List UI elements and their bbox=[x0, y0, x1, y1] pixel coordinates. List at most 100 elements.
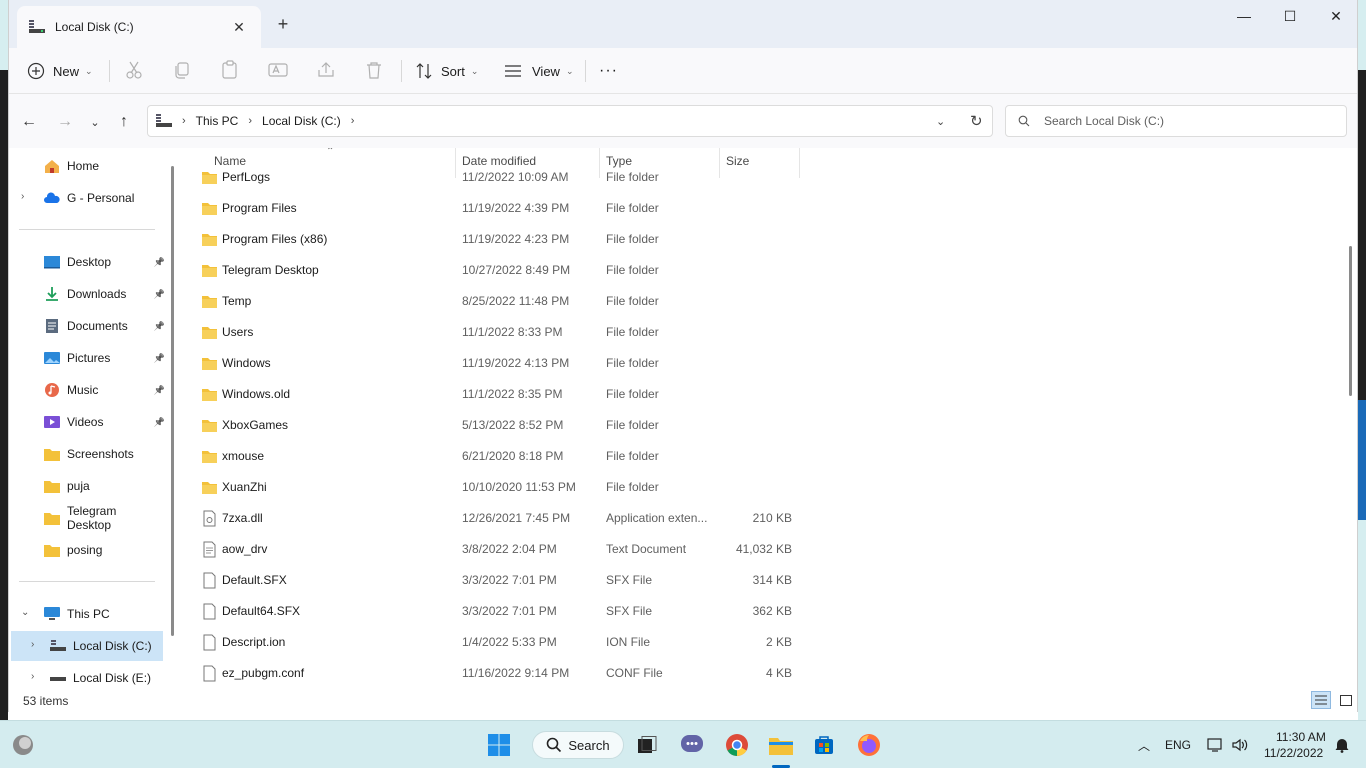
taskbar-search-button[interactable]: Search bbox=[532, 731, 624, 759]
nav-item-puja[interactable]: puja bbox=[11, 471, 163, 501]
file-row[interactable]: Descript.ion 1/4/2022 5:33 PM ION File 2 KB bbox=[201, 628, 801, 658]
chevron-down-icon: ⌄ bbox=[85, 65, 93, 76]
expand-chevron-icon[interactable]: › bbox=[31, 639, 34, 650]
delete-icon[interactable] bbox=[363, 59, 385, 81]
new-button[interactable]: New ⌄ bbox=[27, 56, 93, 86]
back-arrow-icon[interactable]: ← bbox=[19, 112, 39, 132]
nav-label: Home bbox=[67, 159, 100, 173]
file-row[interactable]: XuanZhi 10/10/2020 11:53 PM File folder bbox=[201, 473, 801, 503]
file-row[interactable]: Default.SFX 3/3/2022 7:01 PM SFX File 314 K… bbox=[201, 566, 801, 596]
nav-item-pictures[interactable]: Pictures 📌 bbox=[11, 343, 165, 373]
clock-time[interactable]: 11:30 AM bbox=[1276, 730, 1326, 744]
file-type: File folder bbox=[606, 449, 659, 463]
more-options-button[interactable]: ··· bbox=[599, 56, 618, 86]
file-row[interactable]: xmouse 6/21/2020 8:18 PM File folder bbox=[201, 442, 801, 472]
task-view-icon[interactable] bbox=[634, 731, 660, 759]
pin-icon[interactable]: 📌 bbox=[154, 417, 165, 428]
file-type: SFX File bbox=[606, 573, 653, 587]
file-row[interactable]: Windows.old 11/1/2022 8:35 PM File folder bbox=[201, 380, 801, 410]
nav-item-downloads[interactable]: Downloads 📌 bbox=[11, 279, 165, 309]
nav-label: This PC bbox=[67, 607, 110, 621]
search-icon bbox=[547, 737, 562, 753]
nav-item-local-disk-e[interactable]: › Local Disk (E:) bbox=[11, 663, 163, 688]
desktop-icon bbox=[43, 254, 67, 270]
nav-label: G - Personal bbox=[67, 191, 135, 205]
file-list-scrollbar[interactable] bbox=[1349, 246, 1352, 396]
forward-arrow-icon[interactable]: → bbox=[55, 112, 75, 132]
nav-item-videos[interactable]: Videos 📌 bbox=[11, 407, 165, 437]
share-icon[interactable] bbox=[315, 59, 337, 81]
nav-item-local-disk-c[interactable]: › Local Disk (C:) bbox=[11, 631, 163, 661]
maximize-button[interactable]: ☐ bbox=[1267, 0, 1313, 32]
nav-item-g-personal[interactable]: G - Personal bbox=[11, 183, 163, 213]
file-row[interactable]: Windows 11/19/2022 4:13 PM File folder bbox=[201, 349, 801, 379]
chrome-icon[interactable] bbox=[723, 731, 751, 759]
title-bar: Local Disk (C:) ✕ + — ☐ ✕ bbox=[9, 0, 1357, 48]
new-tab-button[interactable]: + bbox=[271, 13, 295, 37]
breadcrumb-local-disk-c[interactable]: Local Disk (C:) bbox=[262, 114, 341, 128]
cut-icon[interactable] bbox=[123, 59, 145, 81]
nav-item-screenshots[interactable]: Screenshots bbox=[11, 439, 163, 469]
volume-icon[interactable] bbox=[1230, 731, 1250, 759]
widgets-icon[interactable] bbox=[10, 731, 36, 759]
file-row[interactable]: Program Files 11/19/2022 4:39 PM File fold… bbox=[201, 194, 801, 224]
nav-item-telegram-desktop[interactable]: Telegram Desktop bbox=[11, 503, 163, 533]
nav-scrollbar[interactable] bbox=[171, 166, 174, 636]
network-icon[interactable] bbox=[1206, 731, 1226, 759]
sort-button[interactable]: Sort ⌄ bbox=[415, 56, 478, 86]
chat-icon[interactable] bbox=[679, 731, 705, 759]
minimize-button[interactable]: — bbox=[1221, 0, 1267, 32]
file-name: Windows.old bbox=[222, 387, 291, 401]
file-row[interactable]: Telegram Desktop 10/27/2022 8:49 PM File f… bbox=[201, 256, 801, 286]
file-explorer-taskbar-icon[interactable] bbox=[766, 731, 796, 759]
pin-icon[interactable]: 📌 bbox=[154, 353, 165, 364]
language-indicator[interactable]: ENG bbox=[1165, 738, 1191, 752]
copy-icon[interactable] bbox=[171, 59, 193, 81]
tiles-view-button[interactable] bbox=[1337, 691, 1355, 709]
search-box[interactable]: Search Local Disk (C:) bbox=[1005, 105, 1347, 137]
nav-item-home[interactable]: Home bbox=[11, 151, 163, 181]
breadcrumb-this-pc[interactable]: This PC bbox=[196, 114, 239, 128]
paste-icon[interactable] bbox=[219, 59, 241, 81]
nav-item-documents[interactable]: Documents 📌 bbox=[11, 311, 165, 341]
tab-close-icon[interactable]: ✕ bbox=[229, 19, 249, 36]
recent-locations-chevron-icon[interactable]: ⌄ bbox=[85, 112, 105, 132]
address-history-chevron-icon[interactable]: ⌄ bbox=[936, 115, 945, 128]
address-bar[interactable]: › This PC › Local Disk (C:) › ⌄ ↻ bbox=[147, 105, 993, 137]
tab-local-disk-c[interactable]: Local Disk (C:) ✕ bbox=[17, 6, 261, 48]
file-type: File folder bbox=[606, 263, 659, 277]
file-row[interactable]: Temp 8/25/2022 11:48 PM File folder bbox=[201, 287, 801, 317]
notifications-icon[interactable] bbox=[1332, 731, 1352, 759]
expand-chevron-icon[interactable]: › bbox=[31, 671, 34, 682]
close-window-button[interactable]: ✕ bbox=[1313, 0, 1359, 32]
view-button[interactable]: View ⌄ bbox=[504, 56, 574, 86]
file-row[interactable]: ez_pubgm.conf 11/16/2022 9:14 PM CONF File… bbox=[201, 659, 801, 688]
pin-icon[interactable]: 📌 bbox=[154, 385, 165, 396]
nav-item-posing[interactable]: posing bbox=[11, 535, 163, 565]
clock-date[interactable]: 11/22/2022 bbox=[1264, 746, 1323, 760]
file-row[interactable]: XboxGames 5/13/2022 8:52 PM File folder bbox=[201, 411, 801, 441]
start-button[interactable] bbox=[485, 731, 513, 759]
store-icon[interactable] bbox=[811, 731, 837, 759]
pin-icon[interactable]: 📌 bbox=[154, 321, 165, 332]
file-row[interactable]: PerfLogs 11/2/2022 10:09 AM File folder bbox=[201, 163, 801, 193]
nav-item-desktop[interactable]: Desktop 📌 bbox=[11, 247, 165, 277]
file-row[interactable]: aow_drv 3/8/2022 2:04 PM Text Document 41,0… bbox=[201, 535, 801, 565]
rename-icon[interactable] bbox=[267, 59, 289, 81]
show-hidden-icons-chevron-icon[interactable]: ︿ bbox=[1138, 737, 1150, 754]
refresh-icon[interactable]: ↻ bbox=[970, 112, 983, 130]
up-arrow-icon[interactable]: ↑ bbox=[114, 112, 134, 132]
firefox-icon[interactable] bbox=[855, 731, 883, 759]
file-type: CONF File bbox=[606, 666, 663, 680]
pin-icon[interactable]: 📌 bbox=[154, 257, 165, 268]
details-view-button[interactable] bbox=[1311, 691, 1331, 709]
file-row[interactable]: Program Files (x86) 11/19/2022 4:23 PM Fil… bbox=[201, 225, 801, 255]
file-row[interactable]: Default64.SFX 3/3/2022 7:01 PM SFX File 362… bbox=[201, 597, 801, 627]
pin-icon[interactable]: 📌 bbox=[154, 289, 165, 300]
nav-item-music[interactable]: Music 📌 bbox=[11, 375, 165, 405]
file-type: File folder bbox=[606, 294, 659, 308]
file-row[interactable]: 7zxa.dll 12/26/2021 7:45 PM Application ex… bbox=[201, 504, 801, 534]
file-name: xmouse bbox=[222, 449, 265, 463]
file-row[interactable]: Users 11/1/2022 8:33 PM File folder bbox=[201, 318, 801, 348]
nav-item-this-pc[interactable]: This PC bbox=[11, 599, 163, 629]
